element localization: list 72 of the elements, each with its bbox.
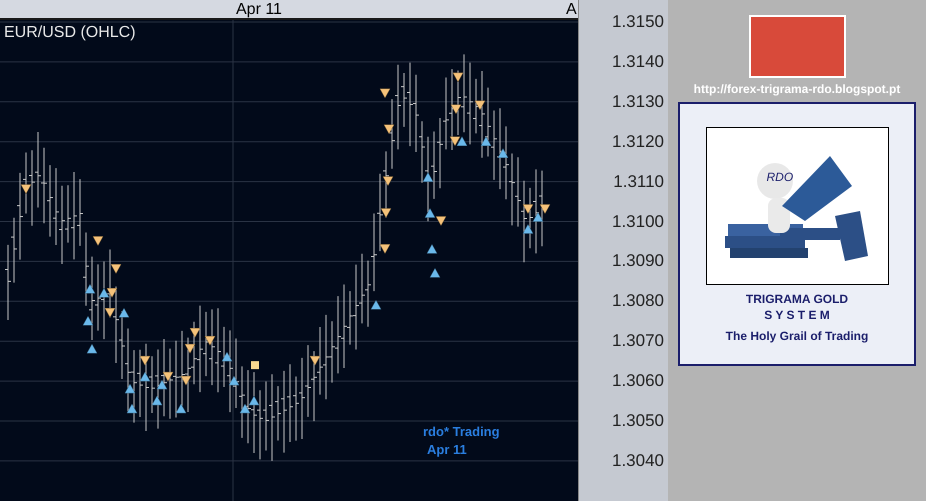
- up-triangle-marker: [176, 404, 186, 414]
- up-triangle-marker: [118, 308, 130, 318]
- chart-caption: rdo* Trading: [423, 423, 500, 441]
- price-label: 1.3080: [612, 291, 664, 312]
- up-triangle-marker: [430, 268, 440, 278]
- up-triangle-marker: [140, 372, 150, 382]
- price-label: 1.3070: [612, 331, 664, 352]
- down-triangle-marker: [436, 216, 446, 226]
- down-triangle-marker: [140, 356, 150, 366]
- down-triangle-marker: [450, 136, 460, 146]
- up-triangle-marker: [84, 284, 96, 294]
- price-label: 1.3130: [612, 92, 664, 112]
- price-label: 1.3110: [613, 172, 664, 192]
- up-triangle-marker: [156, 380, 168, 390]
- down-triangle-marker: [190, 328, 200, 338]
- price-label: 1.3140: [612, 52, 664, 72]
- date-label: Apr 11: [236, 0, 282, 20]
- date-label: A: [566, 0, 577, 20]
- price-label: 1.3090: [612, 251, 664, 272]
- down-triangle-marker: [180, 376, 192, 386]
- down-triangle-marker: [310, 356, 320, 366]
- chart-title: EUR/USD (OHLC): [4, 23, 136, 43]
- up-triangle-marker: [98, 288, 110, 298]
- down-triangle-marker: [450, 104, 462, 114]
- down-triangle-marker: [380, 208, 392, 218]
- price-label: 1.3150: [612, 12, 664, 32]
- down-triangle-marker: [162, 372, 174, 382]
- price-label: 1.3050: [612, 411, 664, 431]
- down-triangle-marker: [20, 184, 32, 194]
- down-triangle-marker: [106, 288, 118, 298]
- price-label: 1.3120: [612, 132, 664, 152]
- up-triangle-marker: [86, 344, 98, 354]
- down-triangle-marker: [384, 124, 394, 134]
- down-triangle-marker: [380, 244, 390, 254]
- down-triangle-marker: [184, 344, 196, 354]
- down-triangle-marker: [104, 308, 116, 318]
- up-triangle-marker: [240, 404, 250, 414]
- price-label: 1.3040: [612, 450, 664, 471]
- price-label: 1.3060: [612, 371, 664, 392]
- card-text: S Y S T E M: [764, 307, 830, 323]
- up-triangle-marker: [152, 396, 162, 406]
- down-triangle-marker: [92, 236, 104, 246]
- up-triangle-marker: [228, 376, 240, 386]
- up-triangle-marker: [248, 396, 260, 406]
- square-marker: [251, 361, 259, 370]
- down-triangle-marker: [474, 100, 486, 110]
- up-triangle-marker: [124, 384, 136, 394]
- down-triangle-marker: [110, 264, 122, 274]
- up-triangle-marker: [422, 172, 434, 182]
- up-triangle-marker: [426, 244, 438, 254]
- down-triangle-marker: [540, 204, 550, 214]
- chart-caption: Apr 11: [426, 441, 468, 459]
- up-triangle-marker: [498, 148, 508, 158]
- up-triangle-marker: [424, 208, 436, 218]
- up-triangle-marker: [370, 300, 382, 310]
- figure-label: RDO: [766, 169, 794, 186]
- up-triangle-marker: [532, 212, 544, 222]
- card-text: TRIGRAMA GOLD: [746, 291, 848, 307]
- card-text: The Holy Grail of Trading: [726, 328, 868, 344]
- blog-url: http://forex-trigrama-rdo.blogspot.pt: [694, 81, 900, 98]
- down-triangle-marker: [380, 88, 390, 98]
- up-triangle-marker: [456, 136, 468, 146]
- price-label: 1.3100: [612, 212, 664, 232]
- up-triangle-marker: [222, 352, 232, 362]
- down-triangle-marker: [522, 204, 534, 214]
- up-triangle-marker: [522, 224, 534, 234]
- down-triangle-marker: [382, 176, 394, 186]
- up-triangle-marker: [480, 136, 492, 146]
- up-triangle-marker: [126, 404, 138, 414]
- up-triangle-marker: [82, 316, 94, 326]
- down-triangle-marker: [452, 72, 464, 82]
- down-triangle-marker: [204, 336, 216, 346]
